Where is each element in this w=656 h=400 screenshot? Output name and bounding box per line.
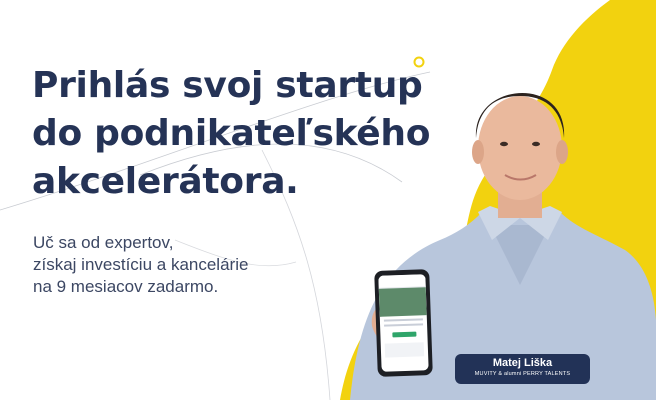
headline: Prihlás svoj startup do podnikateľského … — [32, 62, 430, 206]
smartphone — [374, 269, 433, 377]
person-role: MUVITY & alumni PERRY TALENTS — [474, 371, 571, 377]
phone-screen-card — [384, 342, 425, 358]
person-name: Matej Liška — [492, 357, 553, 369]
phone-screen — [378, 274, 429, 372]
phone-screen-button — [391, 331, 416, 338]
person-nameplate: Matej Liška MUVITY & alumni PERRY TALENT… — [455, 354, 590, 384]
subheadline: Uč sa od expertov, získaj investíciu a k… — [33, 232, 248, 298]
ad-banner[interactable]: Prihlás svoj startup do podnikateľského … — [0, 0, 656, 400]
phone-screen-text-line — [383, 318, 423, 322]
subheadline-line-2: získaj investíciu a kancelárie — [33, 255, 249, 274]
headline-line-3: akcelerátora. — [32, 161, 299, 202]
headline-line-2: do podnikateľského — [32, 113, 431, 154]
subheadline-line-1: Uč sa od expertov, — [33, 233, 174, 252]
headline-line-1: Prihlás svoj startup — [32, 65, 423, 106]
phone-screen-hero — [378, 287, 427, 317]
phone-screen-text-line — [384, 323, 424, 327]
subheadline-line-3: na 9 mesiacov zadarmo. — [33, 277, 219, 296]
